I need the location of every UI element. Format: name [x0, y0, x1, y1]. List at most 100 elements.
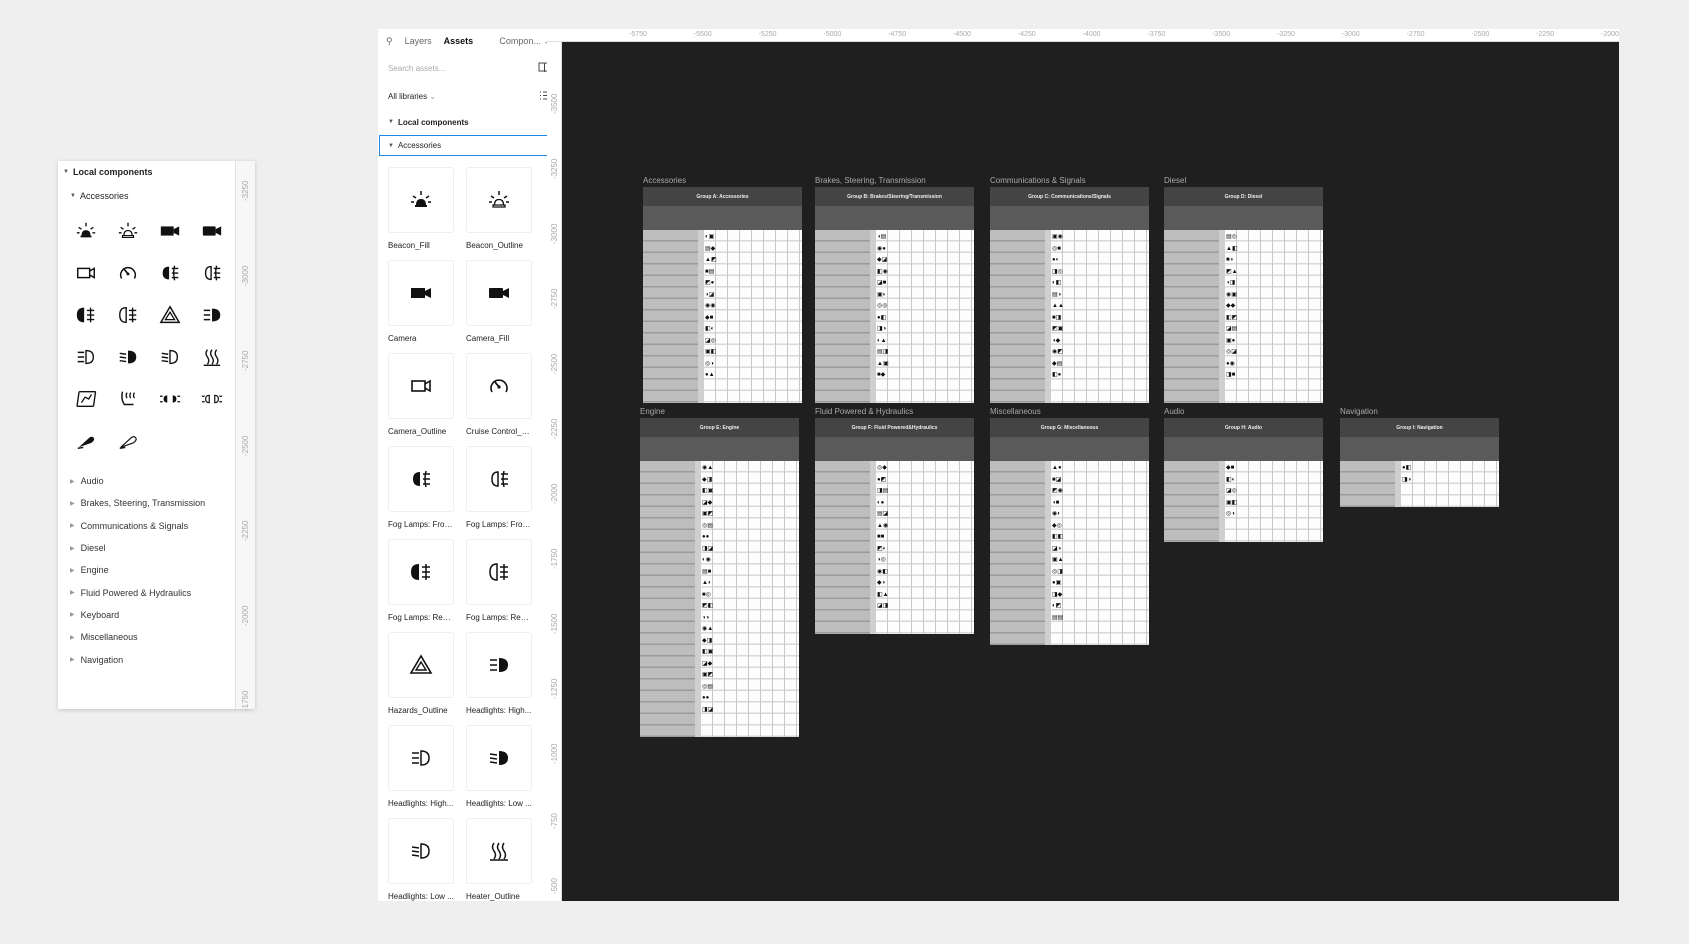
beacon-fill-icon[interactable]	[70, 215, 102, 247]
camera-outline-icon[interactable]	[388, 353, 454, 419]
beacon-fill-icon[interactable]	[388, 167, 454, 233]
all-libraries-dropdown[interactable]: All libraries ⌄	[378, 83, 561, 109]
camera-fill-icon[interactable]	[466, 260, 532, 326]
fog-lamp-front-fill-icon[interactable]	[388, 446, 454, 512]
headlights-low-fill-icon[interactable]	[466, 725, 532, 791]
asset-card[interactable]: Camera	[388, 260, 454, 353]
artboard-brakes-steering-transmission[interactable]: Brakes, Steering, Transmission Group B: B…	[815, 176, 974, 403]
library-item[interactable]: ▶ Brakes, Steering, Transmission	[70, 492, 205, 514]
headlights-high-fill-icon[interactable]	[466, 632, 532, 698]
fog-lamp-rear-outline-icon[interactable]	[466, 539, 532, 605]
library-item[interactable]: ▶ Audio	[70, 470, 205, 492]
asset-card[interactable]: Camera_Outline	[388, 353, 454, 446]
fog-lamp-rear-outline-icon[interactable]	[112, 299, 144, 331]
camera-icon[interactable]	[388, 260, 454, 326]
local-components-row[interactable]: ▼ Local components	[378, 109, 561, 135]
navigation-map-icon[interactable]	[70, 383, 102, 415]
tab-layers[interactable]: Layers	[405, 36, 432, 46]
fog-lamp-rear-fill-icon[interactable]	[70, 299, 102, 331]
asset-card[interactable]: Fog Lamps: Rear...	[388, 539, 454, 632]
local-components-header[interactable]: ▼ Local components	[63, 167, 152, 177]
heater-outline-icon[interactable]	[196, 341, 228, 373]
asset-card[interactable]: Headlights: Low ...	[388, 818, 454, 901]
tab-components[interactable]: Compon... ⌄	[499, 36, 551, 47]
ruler-label: -5000	[823, 31, 842, 38]
camera-fill-icon[interactable]	[196, 215, 228, 247]
library-item[interactable]: ▶ Navigation	[70, 648, 205, 670]
headlights-high-outline-icon[interactable]	[70, 341, 102, 373]
hazards-outline-icon[interactable]	[388, 632, 454, 698]
beacon-outline-icon[interactable]	[112, 215, 144, 247]
search-assets-field[interactable]: Search assets...	[378, 53, 561, 83]
cruise-control-icon[interactable]	[466, 353, 532, 419]
heater-outline-icon[interactable]	[466, 818, 532, 884]
beacon-outline-icon[interactable]	[466, 167, 532, 233]
headlights-low-outline-icon[interactable]	[388, 818, 454, 884]
wiper-outline-icon[interactable]	[112, 425, 144, 457]
headlights-high-fill-icon[interactable]	[196, 299, 228, 331]
artboard-title[interactable]: Accessories	[643, 176, 686, 185]
artboard-title[interactable]: Fluid Powered & Hydraulics	[815, 407, 913, 416]
parking-lights-outline-icon[interactable]	[196, 383, 228, 415]
fog-lamp-rear-fill-icon[interactable]	[388, 539, 454, 605]
artboard-title[interactable]: Navigation	[1340, 407, 1378, 416]
asset-card[interactable]: Fog Lamps: Fron...	[388, 446, 454, 539]
parking-lights-icon[interactable]	[154, 383, 186, 415]
fog-lamp-front-fill-icon[interactable]	[154, 257, 186, 289]
asset-card[interactable]: Beacon_Fill	[388, 167, 454, 260]
hazards-outline-icon[interactable]	[154, 299, 186, 331]
artboard-diesel[interactable]: Diesel Group D: Diesel ▤◎ ▲◧ ■◑ ◩▲ ◑◨ ◉▣ ◆◆ ◧◩ ◪▤ ▣…	[1164, 176, 1323, 403]
library-item[interactable]: ▶ Keyboard	[70, 604, 205, 626]
design-canvas[interactable]: Accessories Group A: Accessories ◐▣ ▤◆ ▲◩ ■▤ ◩…	[562, 42, 1619, 901]
asset-card[interactable]: Fog Lamps: Fron...	[466, 446, 532, 539]
camera-icon[interactable]	[154, 215, 186, 247]
artboard-title[interactable]: Brakes, Steering, Transmission	[815, 176, 926, 185]
artboard-title[interactable]: Communications & Signals	[990, 176, 1086, 185]
cruise-control-icon[interactable]	[112, 257, 144, 289]
headlights-low-outline-icon[interactable]	[154, 341, 186, 373]
ruler-label: -1500	[550, 613, 559, 634]
accessories-header[interactable]: ▼ Accessories	[70, 191, 128, 201]
fog-lamp-front-outline-icon[interactable]	[196, 257, 228, 289]
artboard-title[interactable]: Miscellaneous	[990, 407, 1041, 416]
asset-label: Headlights: Low ...	[388, 892, 454, 901]
library-item[interactable]: ▶ Communications & Signals	[70, 515, 205, 537]
artboard-fluid-powered-hydraulics[interactable]: Fluid Powered & Hydraulics Group F: Fluid…	[815, 407, 974, 634]
asset-card[interactable]: Hazards_Outline	[388, 632, 454, 725]
fog-lamp-front-outline-icon[interactable]	[466, 446, 532, 512]
headlights-high-outline-icon[interactable]	[388, 725, 454, 791]
asset-card[interactable]: Headlights: High...	[388, 725, 454, 818]
icon-table: ▣◉ ◎■ ●◐ ◨◎ ◐◧ ▤◑ ▲▲ ■◨ ◩▣ ◑◆ ◉◩ ◆▤ ◧●	[990, 230, 1149, 403]
tab-assets[interactable]: Assets	[444, 36, 474, 46]
asset-card[interactable]: Cruise Control_O...	[466, 353, 532, 446]
seat-heater-icon[interactable]	[112, 383, 144, 415]
icon-table: ▲● ■◪ ◩◉ ◑■ ◉◐ ◆◎ ◧◧ ◪◑ ▣▲ ◎◨ ●▣ ◨◆ ◐◩ ▤▤	[990, 461, 1149, 645]
artboard-title[interactable]: Audio	[1164, 407, 1184, 416]
wiper-fill-icon[interactable]	[70, 425, 102, 457]
asset-card[interactable]: Fog Lamps: Rear...	[466, 539, 532, 632]
search-icon[interactable]: ⚲	[386, 36, 393, 47]
artboard-title[interactable]: Diesel	[1164, 176, 1186, 185]
asset-card[interactable]: Headlights: High...	[466, 632, 532, 725]
asset-card[interactable]: Beacon_Outline	[466, 167, 532, 260]
library-item[interactable]: ▶ Diesel	[70, 537, 205, 559]
artboard-communications-signals[interactable]: Communications & Signals Group C: Communi…	[990, 176, 1149, 403]
asset-card[interactable]: Heater_Outline	[466, 818, 532, 901]
library-item[interactable]: ▶ Engine	[70, 559, 205, 581]
artboard-audio[interactable]: Audio Group H: Audio ◆■ ◧◐ ◪◎ ▣◧ ◎◑	[1164, 407, 1323, 542]
asset-card[interactable]: Headlights: Low ...	[466, 725, 532, 818]
asset-card[interactable]: Camera_Fill	[466, 260, 532, 353]
asset-label: Fog Lamps: Rear...	[466, 613, 532, 622]
headlights-low-fill-icon[interactable]	[112, 341, 144, 373]
artboard-accessories[interactable]: Accessories Group A: Accessories ◐▣ ▤◆ ▲◩ ■▤ ◩…	[643, 176, 802, 403]
accessories-row[interactable]: ▼ Accessories	[379, 135, 560, 156]
library-item[interactable]: ▶ Fluid Powered & Hydraulics	[70, 581, 205, 603]
artboard-title[interactable]: Engine	[640, 407, 665, 416]
asset-label: Headlights: High...	[466, 706, 532, 715]
artboard-miscellaneous[interactable]: Miscellaneous Group G: Miscellaneous ▲● ■◪ ◩…	[990, 407, 1149, 645]
artboard-navigation[interactable]: Navigation Group I: Navigation ●◧ ◨◑	[1340, 407, 1499, 507]
search-input[interactable]: Search assets...	[388, 64, 445, 73]
artboard-engine[interactable]: Engine Group E: Engine ◉▲ ◆◨ ◧▣ ◪◆ ▣◩ ◎▤ ●● ◨◪ ◐◉ ▤…	[640, 407, 799, 737]
camera-outline-icon[interactable]	[70, 257, 102, 289]
library-item[interactable]: ▶ Miscellaneous	[70, 626, 205, 648]
